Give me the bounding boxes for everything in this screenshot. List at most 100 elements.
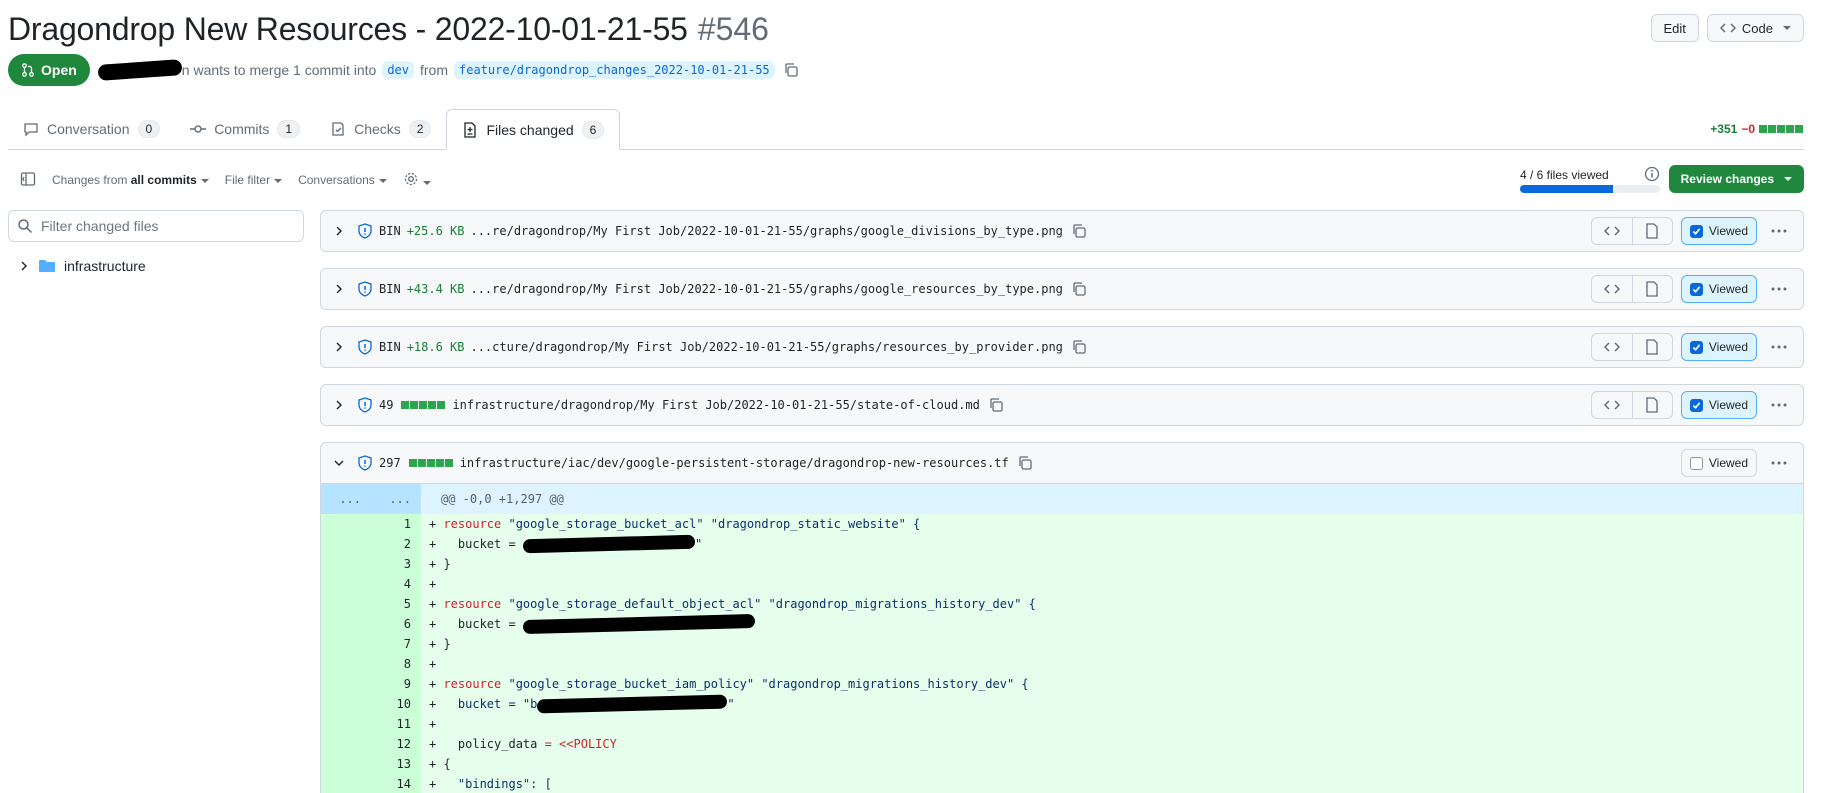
expand-up[interactable]: ... [321, 484, 371, 514]
diff-line: 7 + } [321, 634, 1803, 654]
redacted-author [97, 59, 183, 81]
copy-icon[interactable] [988, 397, 1004, 413]
kebab-icon[interactable] [1765, 333, 1793, 361]
counter: 6 [581, 120, 605, 139]
diff-view: ... ... @@ -0,0 +1,297 @@ 1 + resource "g… [320, 484, 1804, 793]
viewed-toggle[interactable]: Viewed [1680, 449, 1757, 477]
comment-icon [24, 123, 38, 137]
status-badge: Open [8, 54, 90, 86]
code-view-icon[interactable] [1592, 218, 1632, 244]
file-kind: BIN [379, 224, 401, 238]
copy-icon[interactable] [1071, 223, 1087, 239]
filter-input[interactable] [41, 218, 281, 234]
base-branch[interactable]: dev [382, 61, 414, 79]
merge-text: n wants to merge 1 commit into [181, 62, 377, 78]
chevron-right-icon[interactable] [327, 399, 351, 411]
chevron-right-icon[interactable] [327, 341, 351, 353]
file-filter-dropdown[interactable]: File filter [225, 173, 283, 187]
kebab-icon[interactable] [1765, 449, 1793, 477]
shield-icon [357, 397, 373, 413]
counter: 2 [408, 120, 432, 138]
review-changes-button[interactable]: Review changes [1668, 165, 1804, 193]
chevron-down-icon [422, 181, 431, 186]
diff-line: 5 + resource "google_storage_default_obje… [321, 594, 1803, 614]
chevron-down-icon [378, 178, 387, 183]
diff-line: 10 + bucket = "b " [321, 694, 1803, 714]
file-path[interactable]: ...re/dragondrop/My First Job/2022-10-01… [470, 224, 1062, 238]
pr-title-row: Dragondrop New Resources - 2022-10-01-21… [8, 8, 769, 50]
hunk-header: ... ... @@ -0,0 +1,297 @@ [321, 484, 1803, 514]
viewed-toggle[interactable]: Viewed [1680, 217, 1757, 245]
shield-icon [357, 223, 373, 239]
conversations-dropdown[interactable]: Conversations [298, 173, 387, 187]
expand-down[interactable]: ... [371, 484, 421, 514]
chevron-down-icon [1784, 177, 1792, 181]
chevron-down-icon[interactable] [327, 457, 351, 469]
settings-dropdown[interactable] [403, 171, 431, 190]
code-view-icon[interactable] [1592, 276, 1632, 302]
chevron-right-icon[interactable] [327, 283, 351, 295]
file-path[interactable]: infrastructure/dragondrop/My First Job/2… [452, 398, 979, 412]
head-branch[interactable]: feature/dragondrop_changes_2022-10-01-21… [454, 61, 775, 79]
file-size: +18.6 KB [406, 340, 465, 354]
copy-icon[interactable] [1017, 455, 1033, 471]
chevron-right-icon[interactable] [327, 225, 351, 237]
check-icon [1689, 282, 1703, 296]
chevron-right-icon[interactable] [18, 260, 30, 272]
file-kind: BIN [379, 282, 401, 296]
line-count: 49 [379, 398, 394, 412]
viewed-toggle[interactable]: Viewed [1680, 391, 1757, 419]
code-view-icon[interactable] [1592, 392, 1632, 418]
tab-files-changed[interactable]: Files changed 6 [446, 109, 621, 150]
tab-checks[interactable]: Checks 2 [315, 109, 446, 149]
tab-commits[interactable]: Commits 1 [175, 109, 315, 149]
pr-tabs: Conversation 0 Commits 1 Checks 2 Files cha… [8, 109, 1804, 150]
code-button[interactable]: Code [1706, 14, 1804, 42]
viewed-toggle[interactable]: Viewed [1680, 275, 1757, 303]
copy-icon[interactable] [1071, 339, 1087, 355]
check-icon [1689, 224, 1703, 238]
pull-request-icon [22, 63, 34, 77]
copy-icon[interactable] [1071, 281, 1087, 297]
file-path[interactable]: infrastructure/iac/dev/google-persistent… [460, 456, 1009, 470]
diffstat-blocks [1759, 122, 1804, 136]
chevron-down-icon [200, 178, 209, 183]
shield-icon [357, 455, 373, 471]
file-view-icon[interactable] [1631, 276, 1672, 302]
viewed-toggle[interactable]: Viewed [1680, 333, 1757, 361]
file-path[interactable]: ...cture/dragondrop/My First Job/2022-10… [470, 340, 1062, 354]
copy-icon[interactable] [783, 62, 799, 78]
file-path[interactable]: ...re/dragondrop/My First Job/2022-10-01… [470, 282, 1062, 296]
files-toolbar: Changes from all commits File filter Con… [20, 168, 431, 192]
file-size: +43.4 KB [406, 282, 465, 296]
sidebar-toggle-icon[interactable] [20, 171, 36, 190]
redacted-value [537, 694, 728, 714]
kebab-icon[interactable] [1765, 391, 1793, 419]
search-icon [18, 219, 33, 234]
file-kind: BIN [379, 340, 401, 354]
chevron-down-icon [1783, 26, 1791, 30]
diff-line: 6 + bucket = [321, 614, 1803, 635]
file-tree-folder[interactable]: infrastructure [18, 256, 146, 276]
diff-line: 14 + "bindings": [ [321, 774, 1803, 793]
kebab-icon[interactable] [1765, 275, 1793, 303]
file-view-icon[interactable] [1631, 392, 1672, 418]
chevron-down-icon [274, 178, 283, 183]
progress-fill [1520, 185, 1614, 193]
shield-icon [357, 339, 373, 355]
info-icon[interactable] [1644, 166, 1660, 187]
tab-conversation[interactable]: Conversation 0 [8, 109, 175, 149]
line-count: 297 [379, 456, 401, 470]
file-view-icon[interactable] [1631, 218, 1672, 244]
edit-button[interactable]: Edit [1650, 14, 1699, 42]
code-view-icon[interactable] [1592, 334, 1632, 360]
diffstat: +351 −0 [1710, 122, 1804, 136]
changes-from-dropdown[interactable]: Changes from all commits [52, 173, 209, 187]
kebab-icon[interactable] [1765, 217, 1793, 245]
file-header: BIN +43.4 KB ...re/dragondrop/My First J… [320, 268, 1804, 310]
file-header: 297 infrastructure/iac/dev/google-persis… [320, 442, 1804, 484]
file-size: +25.6 KB [406, 224, 465, 238]
diff-line: 11 + [321, 714, 1803, 734]
pr-number: #546 [697, 10, 769, 47]
file-view-icon[interactable] [1631, 334, 1672, 360]
